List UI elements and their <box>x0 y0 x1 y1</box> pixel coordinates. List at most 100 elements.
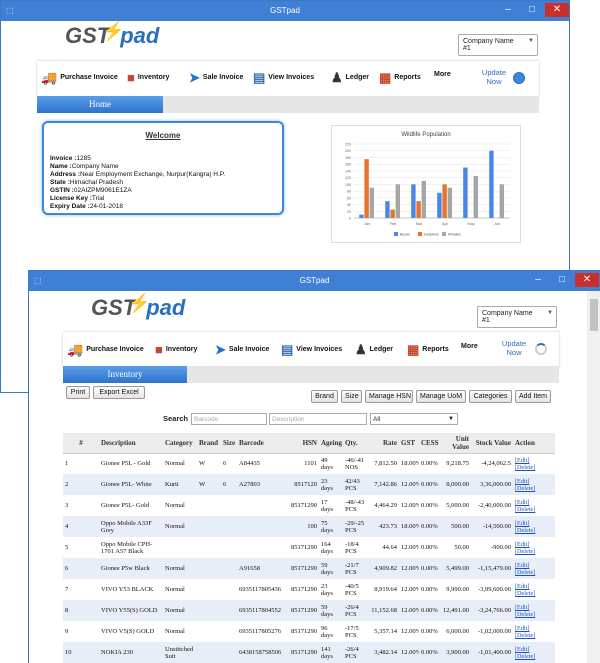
menu-inventory[interactable]: ■ Inventory <box>155 343 197 356</box>
back-title-bar[interactable]: ⬚ GSTpad – □ ✕ <box>1 1 569 21</box>
bar-whales <box>369 187 375 218</box>
loading-spinner-icon <box>535 343 547 355</box>
table-row[interactable]: 9 VIVO V5(S) GOLD Normal 6935117805276 85171… <box>63 621 555 642</box>
maximize-button[interactable]: □ <box>521 3 543 17</box>
delete-link[interactable]: [Delete] <box>515 506 553 513</box>
table-row[interactable]: 10 NOKIA 230 Unstitched Suit 6438158758506 8… <box>63 642 555 663</box>
categories-button[interactable]: Categories <box>469 390 512 403</box>
table-row[interactable]: 1 Gionee P5L - Gold Normal W 6 A84435 1101 49 d… <box>63 453 555 474</box>
menu-view-invoices[interactable]: ▤ View Invoices <box>281 343 342 356</box>
vertical-scrollbar[interactable] <box>587 291 600 663</box>
company-select[interactable]: Company Name #1 ▼ <box>477 306 557 328</box>
table-cell: 6 <box>221 474 237 495</box>
update-now-link[interactable]: Update Now <box>479 68 509 86</box>
table-cell: -40/5 PCS <box>345 582 359 597</box>
table-row[interactable]: 4 Oppo Mobile A33F Grey Normal 100 75 days -2… <box>63 516 555 537</box>
manage-uom-button[interactable]: Manage UoM <box>416 390 466 403</box>
maximize-button[interactable]: □ <box>551 273 573 287</box>
edit-link[interactable]: [Edit] <box>515 562 553 569</box>
x-tick-label: Mar <box>416 222 423 226</box>
close-button[interactable]: ✕ <box>545 3 569 17</box>
menu-more[interactable]: More <box>434 71 451 78</box>
delete-link[interactable]: [Delete] <box>515 548 553 555</box>
tab-home[interactable]: Home <box>37 96 163 113</box>
edit-link[interactable]: [Edit] <box>515 646 553 653</box>
table-cell <box>197 600 221 621</box>
table-cell: 0.00% <box>419 642 439 663</box>
edit-link[interactable]: [Edit] <box>515 520 553 527</box>
bar-whales <box>395 184 401 218</box>
tab-inventory[interactable]: Inventory <box>63 366 187 383</box>
table-cell: -17/5 PCS <box>345 624 359 639</box>
edit-link[interactable]: [Edit] <box>515 625 553 632</box>
bar-bears <box>385 201 390 218</box>
minimize-button[interactable]: – <box>527 273 549 287</box>
x-tick-label: Jan <box>364 222 370 226</box>
action-cell: [Edit] [Delete] <box>513 621 555 642</box>
y-tick-label: 20 <box>347 210 351 214</box>
menu-sale-invoice[interactable]: ➤ Sale Invoice <box>189 71 243 84</box>
table-cell: 12,491.00 <box>439 600 471 621</box>
table-cell: -14,500.00 <box>471 516 513 537</box>
add-item-button[interactable]: Add Item <box>515 390 551 403</box>
menu-reports[interactable]: ▦ Reports <box>407 343 449 356</box>
table-row[interactable]: 8 VIVO Y55(S) GOLD Normal 6935117804552 8517… <box>63 600 555 621</box>
description-search-input[interactable]: Description <box>269 413 367 425</box>
scrollbar-thumb[interactable] <box>590 299 598 331</box>
menu-ledger[interactable]: ♟ Ledger <box>355 343 393 356</box>
edit-link[interactable]: [Edit] <box>515 499 553 506</box>
table-row[interactable]: 2 Gionee P5L- White Kurti W 6 A27803 8517120 23… <box>63 474 555 495</box>
minimize-button[interactable]: – <box>497 3 519 17</box>
delete-link[interactable]: [Delete] <box>515 527 553 534</box>
menu-purchase-invoice[interactable]: 🚚 Purchase Invoice <box>67 343 144 356</box>
table-row[interactable]: 7 VIVO Y53 BLACK Normal 6935117805436 851712… <box>63 579 555 600</box>
export-excel-button[interactable]: Export Excel <box>93 386 145 399</box>
column-header: Qty. <box>343 433 367 454</box>
delete-link[interactable]: [Delete] <box>515 590 553 597</box>
size-button[interactable]: Size <box>341 390 362 403</box>
edit-link[interactable]: [Edit] <box>515 457 553 464</box>
delete-link[interactable]: [Delete] <box>515 485 553 492</box>
table-row[interactable]: 6 Gionee P5w Black Normal A91658 85171290 59 … <box>63 558 555 579</box>
table-cell <box>197 537 221 558</box>
action-cell: [Edit] [Delete] <box>513 600 555 621</box>
logo-pad: pad <box>146 295 186 320</box>
table-row[interactable]: 5 Oppo Mobile CPH-1701 A57 Black 85171290 1… <box>63 537 555 558</box>
menu-purchase-invoice[interactable]: 🚚 Purchase Invoice <box>41 71 118 84</box>
delete-link[interactable]: [Delete] <box>515 569 553 576</box>
delete-link[interactable]: [Delete] <box>515 611 553 618</box>
edit-link[interactable]: [Edit] <box>515 541 553 548</box>
smiley-icon <box>513 72 525 84</box>
company-select[interactable]: Company Name #1 ▼ <box>458 34 538 56</box>
edit-link[interactable]: [Edit] <box>515 583 553 590</box>
menu-sale-invoice[interactable]: ➤ Sale Invoice <box>215 343 269 356</box>
delete-link[interactable]: [Delete] <box>515 632 553 639</box>
menu-ledger[interactable]: ♟ Ledger <box>331 71 369 84</box>
table-row[interactable]: 3 Gionee P5L- Gold Normal 85171290 17 days -4… <box>63 495 555 516</box>
edit-link[interactable]: [Edit] <box>515 604 553 611</box>
edit-link[interactable]: [Edit] <box>515 478 553 485</box>
menu-reports[interactable]: ▦ Reports <box>379 71 421 84</box>
delete-link[interactable]: [Delete] <box>515 464 553 471</box>
barcode-search-input[interactable]: Barcode <box>191 413 267 425</box>
front-title-bar[interactable]: ⬚ GSTpad – □ ✕ <box>29 271 600 291</box>
menu-inventory[interactable]: ■ Inventory <box>127 71 169 84</box>
menu-view-invoices[interactable]: ▤ View Invoices <box>253 71 314 84</box>
menu-more[interactable]: More <box>461 343 478 350</box>
update-now-link[interactable]: Update Now <box>499 339 529 357</box>
brand-button[interactable]: Brand <box>311 390 338 403</box>
print-button[interactable]: Print <box>66 386 90 399</box>
table-cell: A27803 <box>237 474 289 495</box>
table-cell: Gionee P5L- Gold <box>101 502 150 509</box>
filter-select[interactable]: All ▼ <box>370 413 458 425</box>
delete-link[interactable]: [Delete] <box>515 653 553 660</box>
action-cell: [Edit] [Delete] <box>513 537 555 558</box>
wildlife-chart-panel: Wildlife Population 0 20 40 60 80 100 120 140 160… <box>331 125 521 243</box>
x-tick-label: Feb <box>390 222 397 226</box>
table-cell: 6438158758506 <box>237 642 289 663</box>
table-cell: 4 <box>63 516 99 537</box>
table-cell: 59 days <box>319 600 343 621</box>
close-button[interactable]: ✕ <box>575 273 599 287</box>
table-cell: 0.00% <box>421 544 438 551</box>
manage-hsn-button[interactable]: Manage HSN <box>365 390 413 403</box>
